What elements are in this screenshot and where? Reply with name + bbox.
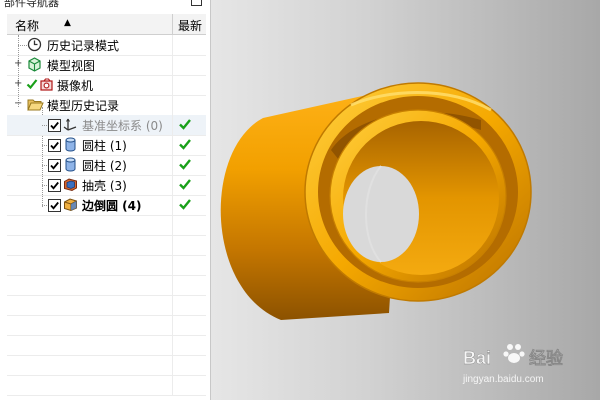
- visibility-checkbox[interactable]: [48, 179, 61, 192]
- column-latest-header[interactable]: 最新: [178, 17, 202, 34]
- camera-icon: [39, 77, 55, 95]
- navigator-tree: 历史记录模式 + 模型视图 + 摄像机 − 模型历史记录 基准坐标系 (0) 圆…: [7, 35, 206, 400]
- tree-row-datum-csys[interactable]: 基准坐标系 (0): [7, 115, 206, 136]
- shell-icon: [63, 177, 78, 195]
- tree-row-edge-blend[interactable]: 边倒圆 (4): [7, 195, 206, 216]
- watermark-brand: Bai: [463, 348, 491, 368]
- latest-check-icon: [178, 177, 192, 194]
- sort-ascending-icon[interactable]: ▲: [64, 18, 71, 28]
- empty-row: [7, 375, 206, 396]
- edge-blend-icon: [63, 197, 78, 215]
- tree-row-cylinder-1[interactable]: 圆柱 (1): [7, 135, 206, 156]
- tree-row-shell[interactable]: 抽壳 (3): [7, 175, 206, 196]
- open-folder-icon: [27, 97, 44, 115]
- visibility-checkbox[interactable]: [48, 139, 61, 152]
- visibility-checkbox[interactable]: [48, 119, 61, 132]
- expand-icon[interactable]: +: [14, 59, 22, 69]
- empty-row: [7, 355, 206, 376]
- empty-row: [7, 235, 206, 256]
- empty-row: [7, 315, 206, 336]
- latest-check-icon: [178, 117, 192, 134]
- empty-row: [7, 335, 206, 356]
- visibility-checkbox[interactable]: [48, 199, 61, 212]
- empty-row: [7, 275, 206, 296]
- paw-logo-icon: [503, 344, 525, 363]
- latest-check-icon: [178, 157, 192, 174]
- visibility-checkbox[interactable]: [48, 159, 61, 172]
- navigator-titlebar: 部件导航器: [0, 0, 210, 9]
- cylinder-icon: [64, 137, 77, 155]
- navigator-pin-checkbox[interactable]: [191, 0, 202, 6]
- latest-check-icon: [178, 197, 192, 214]
- tree-row-cylinder-2[interactable]: 圆柱 (2): [7, 155, 206, 176]
- watermark: Bai 经验 jingyan.baidu.com: [462, 344, 564, 385]
- empty-row: [7, 255, 206, 276]
- watermark-brand2: 经验: [529, 348, 564, 369]
- collapse-icon[interactable]: −: [14, 99, 22, 109]
- watermark-url: jingyan.baidu.com: [462, 374, 544, 385]
- graphics-viewport[interactable]: Bai 经验 jingyan.baidu.com: [211, 0, 600, 400]
- empty-row: [7, 295, 206, 316]
- tree-row-model-history[interactable]: − 模型历史记录: [7, 95, 206, 116]
- tree-row-camera[interactable]: + 摄像机: [7, 75, 206, 96]
- latest-check-icon: [178, 137, 192, 154]
- green-check-icon: [26, 78, 38, 93]
- empty-row: [7, 215, 206, 236]
- clock-icon: [27, 37, 42, 55]
- cylinder-icon: [64, 157, 77, 175]
- expand-icon[interactable]: +: [14, 79, 22, 89]
- tree-row-model-views[interactable]: + 模型视图: [7, 55, 206, 76]
- tree-row-history-mode[interactable]: 历史记录模式: [7, 35, 206, 56]
- datum-csys-icon: [63, 117, 78, 135]
- navigator-title: 部件导航器: [4, 0, 59, 9]
- column-name-header[interactable]: 名称: [15, 17, 39, 34]
- part-navigator: 部件导航器 名称 ▲ 最新 历史记录模式 + 模型视图 + 摄像机 − 模型历史…: [0, 0, 211, 400]
- column-header: 名称 ▲ 最新: [7, 14, 206, 35]
- model-view-cube-icon: [27, 57, 42, 75]
